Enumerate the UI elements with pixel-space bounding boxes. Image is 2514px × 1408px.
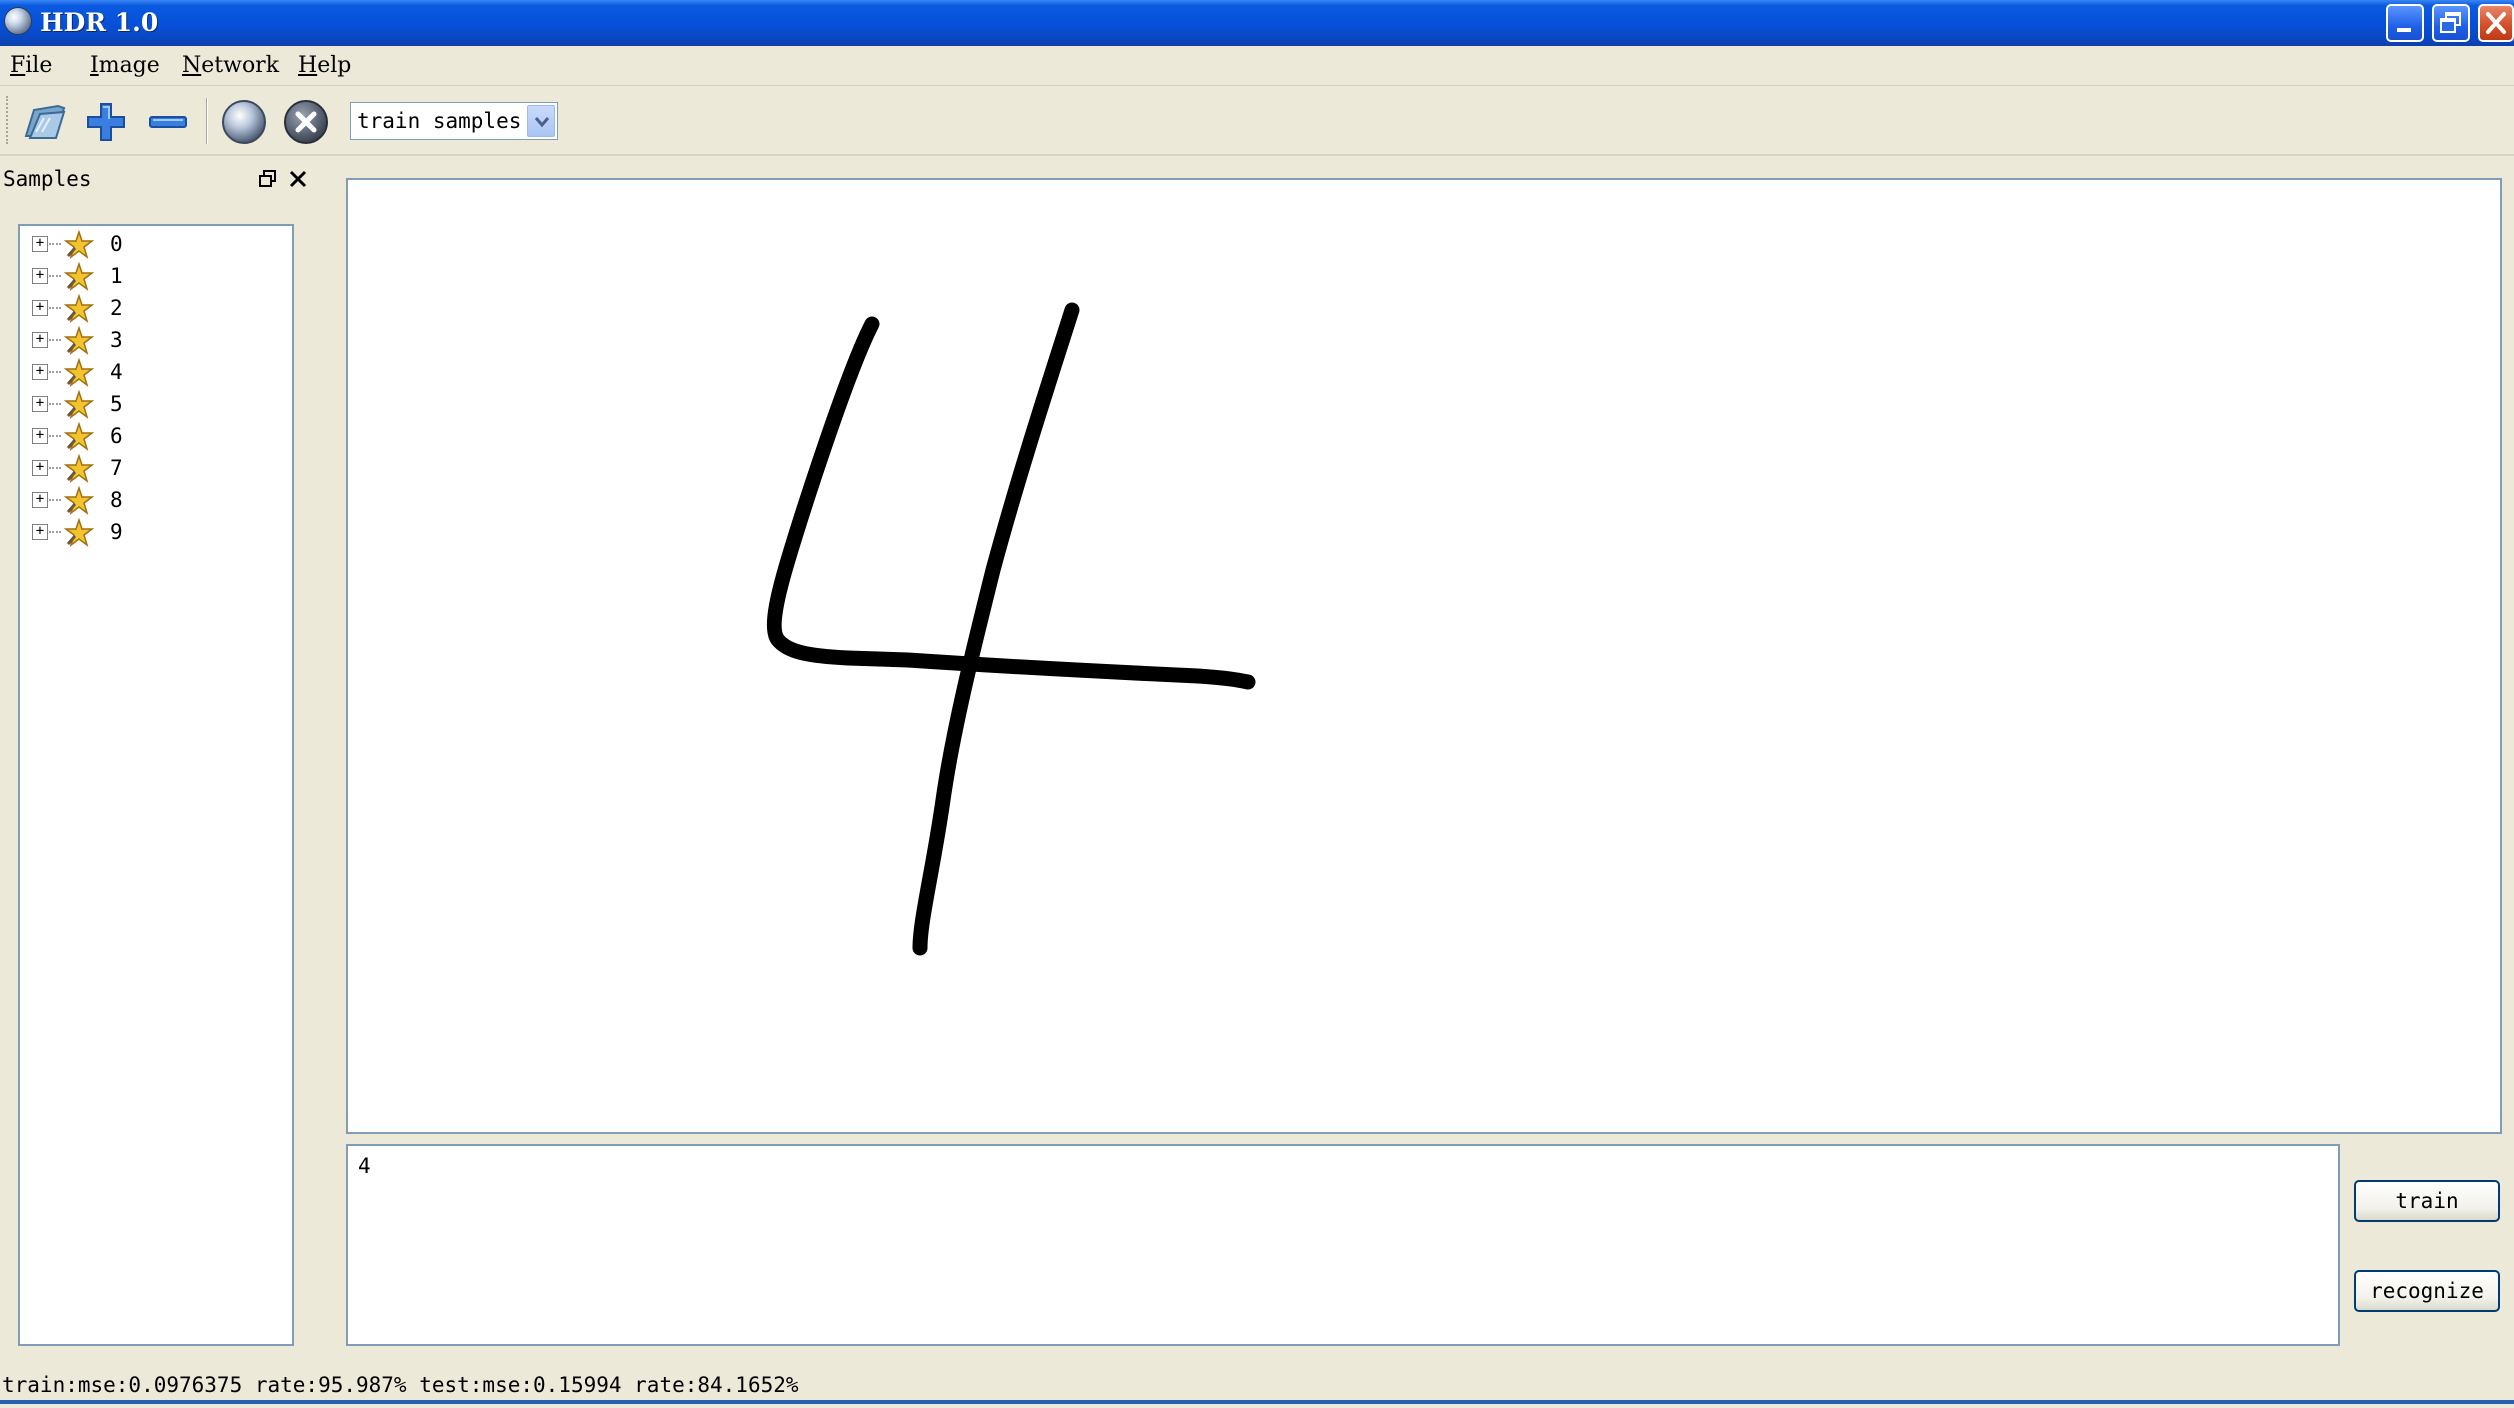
tree-item-label: 5 bbox=[110, 392, 123, 416]
tree-item[interactable]: + 6 bbox=[20, 420, 290, 452]
tree-item-label: 3 bbox=[110, 328, 123, 352]
tree-connector bbox=[49, 243, 61, 245]
expand-icon[interactable]: + bbox=[32, 524, 48, 540]
expand-icon[interactable]: + bbox=[32, 428, 48, 444]
mode-select[interactable]: train samples bbox=[350, 102, 558, 140]
tree-connector bbox=[49, 371, 61, 373]
tree-item-label: 9 bbox=[110, 520, 123, 544]
close-button[interactable] bbox=[2478, 4, 2514, 42]
open-folder-icon bbox=[24, 104, 66, 139]
star-icon bbox=[64, 358, 94, 387]
menu-image[interactable]: Image bbox=[90, 46, 160, 86]
toolbar-grip[interactable] bbox=[6, 96, 10, 144]
close-icon bbox=[2486, 12, 2506, 34]
expand-icon[interactable]: + bbox=[32, 300, 48, 316]
tree-item[interactable]: + 2 bbox=[20, 292, 290, 324]
tree-connector bbox=[49, 499, 61, 501]
tree-item[interactable]: + 5 bbox=[20, 388, 290, 420]
status-text: train:mse:0.0976375 rate:95.987% test:ms… bbox=[2, 1373, 799, 1397]
stop-button[interactable] bbox=[280, 96, 332, 148]
train-button[interactable]: train bbox=[2354, 1180, 2500, 1222]
minimize-icon bbox=[2397, 28, 2411, 32]
mode-select-value: train samples bbox=[357, 109, 522, 133]
maximize-icon bbox=[2440, 12, 2461, 33]
float-icon bbox=[259, 170, 276, 187]
star-icon bbox=[64, 454, 94, 483]
tree-item-label: 7 bbox=[110, 456, 123, 480]
tree-item-label: 1 bbox=[110, 264, 123, 288]
tree-item[interactable]: + 4 bbox=[20, 356, 290, 388]
result-text: 4 bbox=[358, 1154, 371, 1178]
tree-connector bbox=[49, 307, 61, 309]
drawing-canvas[interactable] bbox=[346, 178, 2502, 1134]
expand-icon[interactable]: + bbox=[32, 268, 48, 284]
tree-item-label: 8 bbox=[110, 488, 123, 512]
tree-item-label: 4 bbox=[110, 360, 123, 384]
network-button[interactable] bbox=[218, 96, 270, 148]
menu-bar: File Image Network Help bbox=[0, 46, 2514, 86]
tree-item[interactable]: + 9 bbox=[20, 516, 290, 548]
handwritten-digit-stroke bbox=[766, 302, 1256, 956]
samples-dock-title: Samples bbox=[3, 167, 92, 191]
recognize-button[interactable]: recognize bbox=[2354, 1270, 2500, 1312]
star-icon bbox=[64, 390, 94, 419]
expand-icon[interactable]: + bbox=[32, 364, 48, 380]
stop-icon bbox=[284, 100, 328, 144]
close-dock-button[interactable] bbox=[288, 169, 308, 189]
status-bar-border bbox=[0, 1400, 2514, 1404]
maximize-button[interactable] bbox=[2432, 4, 2470, 42]
tree-item[interactable]: + 3 bbox=[20, 324, 290, 356]
tree-item[interactable]: + 7 bbox=[20, 452, 290, 484]
chevron-down-icon[interactable] bbox=[527, 105, 555, 137]
star-icon bbox=[64, 486, 94, 515]
remove-icon bbox=[149, 116, 187, 128]
tree-connector bbox=[49, 339, 61, 341]
tree-item[interactable]: + 8 bbox=[20, 484, 290, 516]
tree-connector bbox=[49, 403, 61, 405]
tree-connector bbox=[49, 467, 61, 469]
close-icon bbox=[289, 170, 307, 188]
star-icon bbox=[64, 294, 94, 323]
globe-icon bbox=[4, 7, 32, 35]
toolbar-separator bbox=[206, 98, 208, 144]
window-title: HDR 1.0 bbox=[40, 8, 159, 37]
add-icon bbox=[87, 103, 125, 141]
tree-item[interactable]: + 0 bbox=[20, 228, 290, 260]
samples-tree[interactable]: + 0 + 1 + 2 + 3 + 4 + 5 + 6 + 7 + 8 + 9 bbox=[18, 224, 294, 1346]
minimize-button[interactable] bbox=[2386, 4, 2424, 42]
star-icon bbox=[64, 326, 94, 355]
tree-connector bbox=[49, 275, 61, 277]
expand-icon[interactable]: + bbox=[32, 332, 48, 348]
tree-connector bbox=[49, 531, 61, 533]
float-dock-button[interactable] bbox=[258, 169, 278, 189]
remove-button[interactable] bbox=[142, 96, 194, 148]
expand-icon[interactable]: + bbox=[32, 460, 48, 476]
menu-file[interactable]: File bbox=[10, 46, 52, 86]
samples-dock-header: Samples bbox=[0, 160, 318, 198]
tree-item-label: 0 bbox=[110, 232, 123, 256]
expand-icon[interactable]: + bbox=[32, 492, 48, 508]
star-icon bbox=[64, 262, 94, 291]
expand-icon[interactable]: + bbox=[32, 396, 48, 412]
tree-connector bbox=[49, 435, 61, 437]
tree-item-label: 2 bbox=[110, 296, 123, 320]
star-icon bbox=[64, 230, 94, 259]
network-globe-icon bbox=[222, 100, 266, 144]
tree-item-label: 6 bbox=[110, 424, 123, 448]
toolbar: train samples bbox=[0, 86, 2514, 156]
star-icon bbox=[64, 422, 94, 451]
menu-help[interactable]: Help bbox=[298, 46, 351, 86]
result-output[interactable]: 4 bbox=[346, 1144, 2340, 1346]
open-button[interactable] bbox=[18, 96, 70, 148]
menu-network[interactable]: Network bbox=[182, 46, 279, 86]
tree-item[interactable]: + 1 bbox=[20, 260, 290, 292]
star-icon bbox=[64, 518, 94, 547]
expand-icon[interactable]: + bbox=[32, 236, 48, 252]
add-button[interactable] bbox=[80, 96, 132, 148]
title-bar[interactable]: HDR 1.0 bbox=[0, 0, 2514, 46]
